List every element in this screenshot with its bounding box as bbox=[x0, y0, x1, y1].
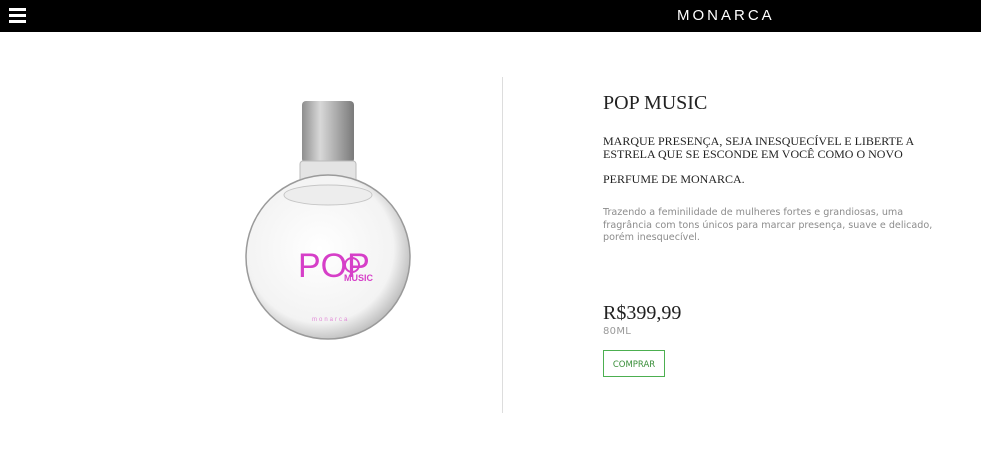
product-volume: 80ML bbox=[603, 326, 632, 337]
bottle-brand-text: monarca bbox=[312, 317, 349, 323]
product-tagline: MARQUE PRESENÇA, SEJA INESQUECÍVEL E LIB… bbox=[603, 134, 914, 161]
top-nav-bar: MONARCA bbox=[0, 0, 981, 32]
brand-name[interactable]: MONARCA bbox=[677, 0, 775, 32]
product-price: R$399,99 bbox=[603, 302, 682, 324]
product-title: POP MUSIC bbox=[603, 92, 708, 114]
product-description: Trazendo a feminilidade de mulheres fort… bbox=[603, 207, 933, 243]
bottle-logo-sub: MUSIC bbox=[344, 273, 374, 283]
product-image: POP MUSIC monarca bbox=[245, 101, 411, 340]
brand-logo[interactable]: MONARCA bbox=[0, 0, 981, 32]
buy-button[interactable]: COMPRAR bbox=[603, 350, 665, 377]
product-tagline-end: PERFUME DE MONARCA. bbox=[603, 172, 745, 186]
vertical-divider bbox=[502, 77, 503, 413]
